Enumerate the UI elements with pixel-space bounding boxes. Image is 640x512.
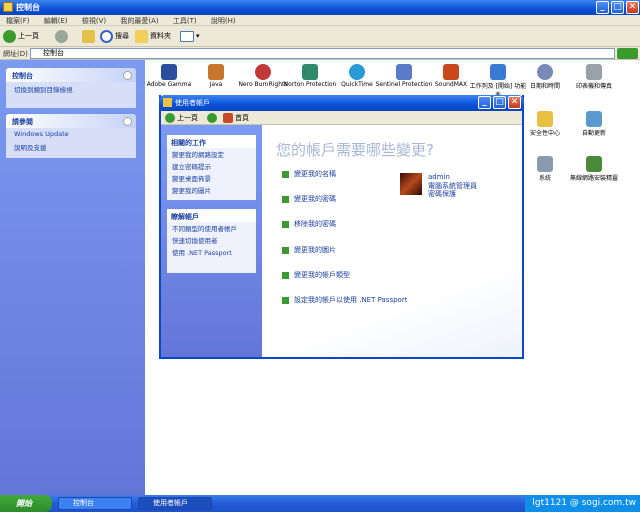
green-arrow-icon [282,220,289,228]
menu-bar: 檔案(F) 編輯(E) 檢視(V) 我的最愛(A) 工具(T) 說明(H) [0,15,640,26]
dialog-home-button[interactable]: 首頁 [223,113,249,123]
forward-arrow-icon [55,29,68,43]
applet-network-setup[interactable]: 無線網路安裝精靈 [564,156,624,182]
printer-icon [586,64,602,80]
learn-about-box: 瞭解帳戶 不同類型的使用者帳戶 快速切換使用者 使用 .NET Passport [167,209,256,273]
see-also-box-header[interactable]: 請參閱 [6,114,136,128]
views-grid-icon [180,30,194,42]
green-arrow-icon [282,170,289,178]
user-password-status: 密碼保護 [428,190,456,198]
forward-arrow-icon [207,113,217,123]
address-label: 網址(D) [3,50,28,58]
switch-category-view-link[interactable]: 切換到類別目錄檢視 [6,82,136,96]
address-input[interactable]: 控制台 [30,48,615,59]
security-shield-icon [537,111,553,127]
user-avatar [400,173,422,195]
taskbar-control-panel[interactable]: 控制台 [58,497,132,510]
help-support-link[interactable]: 說明及支援 [6,140,136,154]
related-task-link[interactable]: 變更我的圖片 [167,184,256,196]
windows-update-link[interactable]: Windows Update [6,128,136,140]
user-accounts-icon [163,98,172,107]
dialog-forward-button[interactable] [207,113,219,123]
learn-link[interactable]: 不同類型的使用者帳戶 [167,222,256,234]
learn-about-header: 瞭解帳戶 [167,209,256,222]
related-task-link[interactable]: 變更桌面佈景 [167,172,256,184]
speaker-icon [443,64,459,80]
window-titlebar[interactable]: 控制台 _ □ ✕ [0,0,640,15]
disc-icon [255,64,271,80]
applet-printers[interactable]: 印表機和傳真 [564,64,624,90]
network-icon [586,156,602,172]
back-arrow-icon [165,113,175,123]
maximize-button[interactable]: □ [611,1,624,14]
minimize-button[interactable]: _ [596,1,609,14]
see-also-box: 請參閱 Windows Update 說明及支援 [6,114,136,158]
monitor-icon [161,64,177,80]
computer-icon [537,156,553,172]
page-question: 您的帳戶需要哪些變更? [276,141,434,159]
collapse-chevron-icon[interactable] [123,71,132,80]
related-tasks-header: 相關的工作 [167,135,256,148]
system-tray: lgt1121 @ sogi.com.tw [525,495,640,512]
dialog-main: 您的帳戶需要哪些變更? 變更我的名稱 變更我的密碼 移除我的密碼 變更我的圖片 … [262,125,522,357]
related-tasks-box: 相關的工作 變更我的網路設定 建立密碼提示 變更桌面佈景 變更我的圖片 [167,135,256,200]
taskbar-icon [490,64,506,80]
taskbar-user-accounts[interactable]: 使用者帳戶 [138,497,212,510]
green-arrow-icon [282,271,289,279]
user-name: admin [428,173,450,181]
clock-icon [537,64,553,80]
shield-icon [302,64,318,80]
key-icon [396,64,412,80]
control-panel-box: 控制台 切換到類別目錄檢視 [6,68,136,108]
go-button[interactable] [617,48,638,59]
user-accounts-window: 使用者帳戶 _ □ ✕ 上一頁 首頁 相關的工作 變更我的網路設定 建立密碼提示… [159,95,524,359]
setup-passport-link[interactable]: 設定我的帳戶以使用 .NET Passport [282,295,407,305]
dialog-minimize-button[interactable]: _ [478,96,491,109]
change-name-link[interactable]: 變更我的名稱 [282,169,336,179]
collapse-chevron-icon[interactable] [123,117,132,126]
folders-button[interactable]: 資料夾 [135,29,171,44]
quicktime-icon [349,64,365,80]
green-arrow-icon [282,246,289,254]
views-button[interactable]: ▾ [180,29,200,44]
change-picture-link[interactable]: 變更我的圖片 [282,245,336,255]
dialog-task-pane: 相關的工作 變更我的網路設定 建立密碼提示 變更桌面佈景 變更我的圖片 瞭解帳戶… [161,125,262,357]
watermark-text: lgt1121 @ sogi.com.tw [532,498,636,508]
up-folder-icon [82,29,95,43]
back-button[interactable]: 上一頁 [3,29,39,44]
java-icon [208,64,224,80]
related-task-link[interactable]: 建立密碼提示 [167,160,256,172]
task-pane: 控制台 切換到類別目錄檢視 請參閱 Windows Update 說明及支援 [0,60,145,495]
learn-link[interactable]: 快速切換使用者 [167,234,256,246]
address-bar: 網址(D) 控制台 [0,47,640,60]
change-password-link[interactable]: 變更我的密碼 [282,194,336,204]
dialog-title: 使用者帳戶 [175,99,210,107]
dialog-maximize-button[interactable]: □ [493,96,506,109]
folder-icon [135,29,148,43]
change-account-type-link[interactable]: 變更我的帳戶類型 [282,270,350,280]
related-task-link[interactable]: 變更我的網路設定 [167,148,256,160]
toolbar: 上一頁 搜尋 資料夾 ▾ [0,26,640,47]
search-icon [100,29,113,43]
learn-link[interactable]: 使用 .NET Passport [167,246,256,258]
back-arrow-icon [3,29,16,43]
control-panel-box-header[interactable]: 控制台 [6,68,136,82]
window-title: 控制台 [16,3,40,12]
green-arrow-icon [282,195,289,203]
dialog-nav-bar: 上一頁 首頁 [161,111,522,125]
dialog-close-button[interactable]: ✕ [508,96,521,109]
applet-auto-update[interactable]: 自動更新 [564,111,624,137]
control-panel-icon [3,2,13,12]
up-folder-button[interactable] [82,29,97,44]
update-icon [586,111,602,127]
dialog-titlebar[interactable]: 使用者帳戶 _ □ ✕ [159,95,524,111]
close-button[interactable]: ✕ [626,1,639,14]
green-arrow-icon [282,296,289,304]
start-button[interactable]: 開始 [0,495,52,512]
search-button[interactable]: 搜尋 [100,29,129,44]
dialog-back-button[interactable]: 上一頁 [165,113,198,123]
remove-password-link[interactable]: 移除我的密碼 [282,219,336,229]
forward-button[interactable] [55,29,70,44]
home-icon [223,113,233,123]
